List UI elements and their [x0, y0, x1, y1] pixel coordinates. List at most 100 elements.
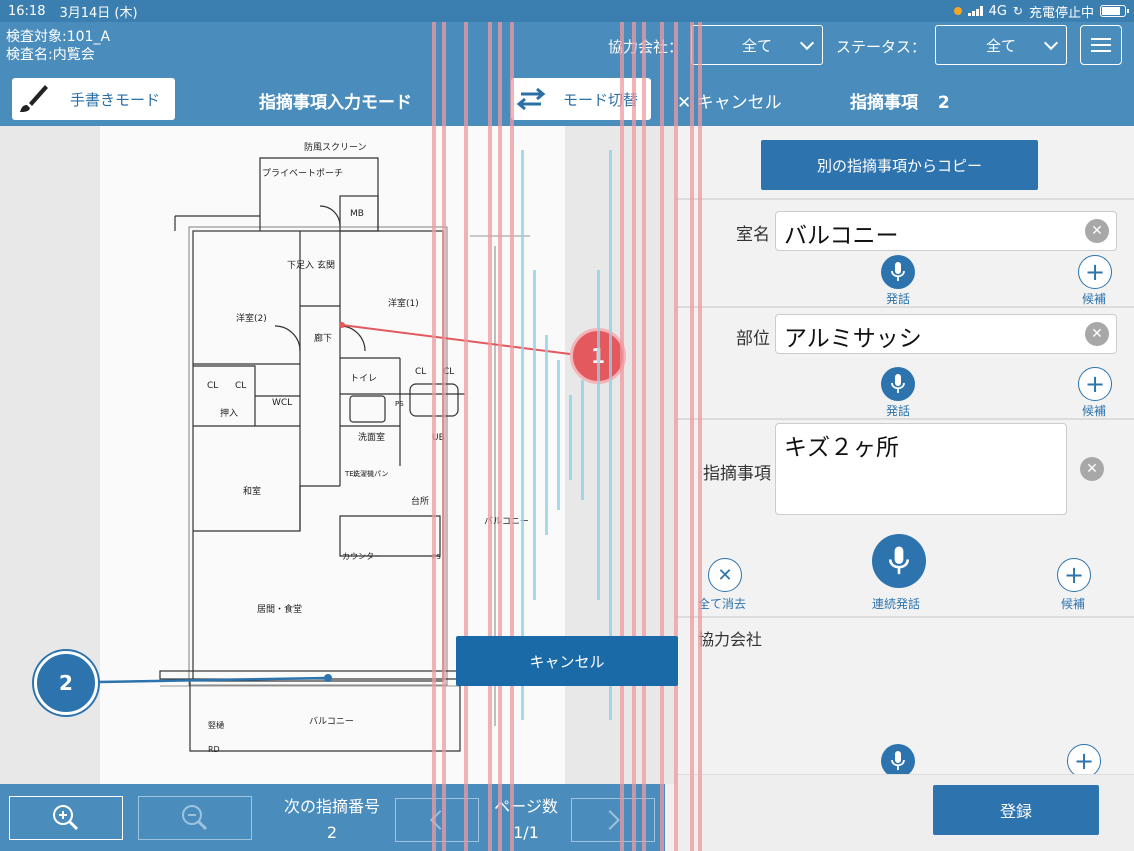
- room-label-porch: プライベートポーチ: [262, 168, 343, 179]
- room-label-laundry: 洗濯機パン: [353, 469, 388, 478]
- page-indicator: ページ数 1/1: [484, 794, 568, 846]
- plus-icon: +: [1084, 370, 1106, 398]
- divider: [676, 198, 1134, 200]
- inspection-info: 検査対象:101_A 検査名:内覧会: [6, 28, 110, 64]
- mode-switch-label: モード切替: [563, 90, 639, 109]
- handwriting-mode-button[interactable]: 手書きモード: [12, 78, 175, 120]
- room-label-screen: 防風スクリーン: [304, 141, 367, 153]
- issue-marker-number: 1: [591, 344, 605, 368]
- part-clear-icon[interactable]: ✕: [1085, 322, 1109, 346]
- issue-marker-1[interactable]: 1: [570, 328, 626, 384]
- room-label-cl: CL: [443, 367, 454, 377]
- status-filter-value: 全て: [985, 36, 1016, 55]
- chevron-left-icon: [430, 810, 450, 830]
- cancel-label: キャンセル: [696, 93, 782, 113]
- microphone-icon: [888, 546, 910, 575]
- room-label-western2: 洋室(2): [236, 312, 267, 324]
- cancel-button[interactable]: ✕ キャンセル: [677, 88, 782, 113]
- mode-title: 指摘事項入力モード: [259, 93, 412, 113]
- status-right: 4G ↻ 充電停止中: [953, 2, 1129, 21]
- next-issue-number: 次の指摘番号 2: [272, 794, 392, 846]
- copy-from-issue-button[interactable]: 別の指摘事項からコピー: [761, 140, 1038, 190]
- zoom-in-button[interactable]: [9, 796, 123, 840]
- company-mic-icon[interactable]: [881, 744, 915, 778]
- close-icon: ✕: [717, 564, 733, 586]
- part-speak-label: 発話: [886, 404, 911, 418]
- lock-rotation-icon: ↻: [1012, 4, 1023, 18]
- part-mic-icon[interactable]: [881, 367, 915, 401]
- room-clear-icon[interactable]: ✕: [1085, 219, 1109, 243]
- mode-switch-button[interactable]: モード切替: [511, 78, 651, 120]
- issue-count: 指摘事項 2: [850, 88, 950, 113]
- divider: [676, 418, 1134, 420]
- room-label-balcony-side: バルコニー: [484, 516, 529, 527]
- next-page-button[interactable]: [571, 798, 655, 842]
- company-filter-label: 協力会社：: [608, 38, 684, 56]
- bottom-toolbar: 次の指摘番号 2 ページ数 1/1: [0, 784, 665, 851]
- divider: [676, 616, 1134, 618]
- company-filter-value: 全て: [741, 36, 772, 55]
- close-icon: ✕: [677, 93, 697, 113]
- issue-candidate-button[interactable]: +: [1057, 558, 1091, 592]
- room-label-counter: カウンター: [342, 552, 382, 561]
- zoom-out-button[interactable]: [138, 796, 252, 840]
- battery-icon: [1100, 5, 1129, 17]
- room-label-kitchen: 台所: [411, 495, 429, 507]
- room-label-living: 居間・食堂: [257, 603, 302, 615]
- marker-1-leader: [341, 324, 571, 355]
- plus-icon: +: [1073, 747, 1095, 775]
- microphone-icon: [891, 262, 905, 281]
- menu-line: [1091, 50, 1111, 52]
- room-label-cl: CL: [207, 381, 218, 391]
- location-dot-icon: [953, 7, 962, 15]
- company-label: 協力会社: [698, 630, 763, 649]
- next-issue-value: 2: [326, 823, 338, 842]
- zoom-out-icon: [182, 805, 208, 831]
- room-label-wcl: WCL: [272, 398, 292, 408]
- room-label-ps: PS: [432, 553, 441, 561]
- part-candidate-label: 候補: [1082, 404, 1107, 418]
- page-value: 1/1: [513, 823, 539, 842]
- menu-button[interactable]: [1080, 25, 1122, 65]
- issue-marker-2[interactable]: 2: [34, 651, 98, 715]
- company-filter-select[interactable]: 全て: [691, 25, 823, 65]
- issue-marker-number: 2: [59, 671, 73, 695]
- brush-icon: [20, 85, 48, 112]
- room-name-field[interactable]: バルコニー: [775, 211, 1117, 251]
- issue-detail-panel: 別の指摘事項からコピー 室名 バルコニー ✕ 発話 + 候補 部位 アルミサッシ…: [676, 126, 1134, 851]
- room-label-balcony: バルコニー: [309, 716, 354, 727]
- handwriting-mode-label: 手書きモード: [70, 90, 161, 109]
- room-mic-icon[interactable]: [881, 255, 915, 289]
- microphone-icon: [891, 374, 905, 393]
- status-bar: 16:18 3月14日 (木) 4G ↻ 充電停止中: [0, 0, 1134, 22]
- room-label-western1: 洋室(1): [388, 297, 419, 309]
- next-issue-label: 次の指摘番号: [283, 797, 380, 816]
- continuous-speak-label: 連続発話: [872, 597, 921, 611]
- part-candidate-button[interactable]: +: [1078, 367, 1112, 401]
- issue-text-field[interactable]: キズ２ヶ所: [775, 423, 1067, 515]
- recording-cancel-button[interactable]: キャンセル: [456, 636, 678, 686]
- room-candidate-button[interactable]: +: [1078, 255, 1112, 289]
- continuous-mic-button[interactable]: [872, 534, 926, 588]
- plus-icon: +: [1084, 258, 1106, 286]
- issue-text-value: キズ２ヶ所: [784, 435, 899, 461]
- signal-icon: [967, 6, 983, 16]
- zoom-in-icon: [53, 805, 79, 831]
- room-speak-label: 発話: [886, 292, 911, 306]
- issue-clear-icon[interactable]: ✕: [1080, 457, 1104, 481]
- inspection-name: 検査名:内覧会: [6, 47, 95, 63]
- status-filter-select[interactable]: 全て: [935, 25, 1067, 65]
- register-button[interactable]: 登録: [933, 785, 1099, 835]
- menu-line: [1091, 44, 1111, 46]
- part-field[interactable]: アルミサッシ: [775, 314, 1117, 354]
- prev-page-button[interactable]: [395, 798, 479, 842]
- page-label: ページ数: [494, 797, 558, 816]
- room-label-japanese: 和室: [243, 485, 261, 497]
- company-candidate-button[interactable]: +: [1067, 744, 1101, 778]
- clear-all-label: 全て消去: [698, 597, 747, 611]
- inspection-target: 検査対象:101_A: [6, 29, 111, 45]
- room-name-value: バルコニー: [784, 223, 899, 249]
- room-label-mb: MB: [350, 209, 364, 219]
- chevron-right-icon: [600, 810, 620, 830]
- clear-all-button[interactable]: ✕: [708, 558, 742, 592]
